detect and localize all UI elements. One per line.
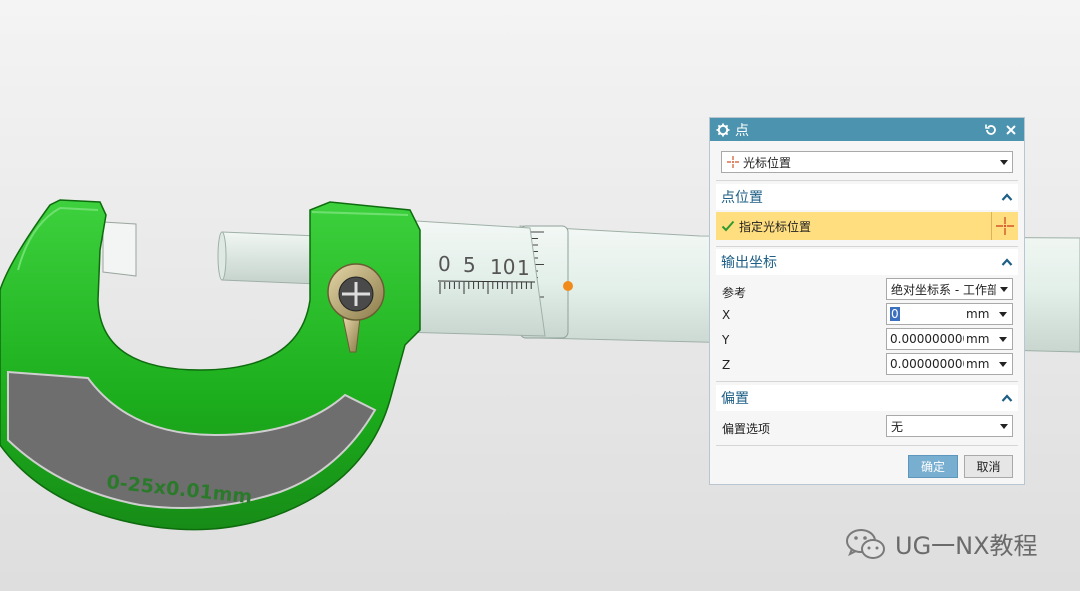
scale-number: 10 bbox=[490, 255, 515, 279]
scale-number: 0 bbox=[438, 252, 451, 276]
micrometer-frame: 0-25x0.01mm bbox=[0, 199, 421, 531]
z-label: Z bbox=[722, 358, 731, 372]
micrometer-anvil bbox=[102, 221, 137, 277]
dialog-title: 点 bbox=[735, 122, 749, 139]
chevron-up-icon bbox=[1001, 192, 1013, 202]
unit-label: mm bbox=[966, 307, 990, 321]
scale-number: 5 bbox=[463, 253, 476, 277]
unit-label: mm bbox=[966, 357, 990, 371]
reset-icon[interactable] bbox=[984, 123, 998, 137]
offset-option-select[interactable]: 无 bbox=[886, 415, 1013, 437]
micrometer-sleeve: 0 5 10 1 bbox=[399, 219, 546, 337]
watermark: UG一NX教程 bbox=[845, 526, 1038, 561]
wechat-icon bbox=[845, 527, 887, 561]
offset-option-value: 无 bbox=[891, 419, 904, 434]
chevron-up-icon bbox=[1001, 393, 1013, 403]
watermark-label: UG一NX教程 bbox=[895, 532, 1038, 560]
gear-icon bbox=[716, 123, 730, 137]
chevron-up-icon bbox=[1001, 257, 1013, 267]
chevron-down-icon[interactable] bbox=[999, 336, 1007, 342]
chevron-down-icon bbox=[1000, 423, 1008, 429]
section-title: 点位置 bbox=[721, 190, 763, 206]
chevron-down-icon bbox=[1000, 159, 1008, 165]
reference-select[interactable]: 绝对坐标系 - 工作部 bbox=[886, 278, 1013, 300]
x-coordinate-field[interactable]: 0 mm bbox=[886, 303, 1013, 325]
crosshair-icon bbox=[726, 155, 740, 169]
reference-label: 参考 bbox=[722, 286, 747, 300]
section-point-location[interactable]: 点位置 bbox=[716, 184, 1018, 210]
y-coordinate-input[interactable]: 0.0000000000 bbox=[887, 332, 964, 346]
unit-label: mm bbox=[966, 332, 990, 346]
cancel-button[interactable]: 取消 bbox=[964, 455, 1013, 478]
close-icon[interactable] bbox=[1004, 123, 1018, 137]
reference-value: 绝对坐标系 - 工作部 bbox=[891, 282, 996, 297]
chevron-down-icon[interactable] bbox=[999, 311, 1007, 317]
section-offset[interactable]: 偏置 bbox=[716, 385, 1018, 411]
point-type-value: 光标位置 bbox=[743, 155, 792, 170]
specify-cursor-location-row[interactable]: 指定光标位置 bbox=[716, 212, 1018, 240]
scale-number: 1 bbox=[517, 256, 530, 280]
chevron-down-icon[interactable] bbox=[999, 361, 1007, 367]
point-type-select[interactable]: 光标位置 bbox=[721, 151, 1013, 173]
checkmark-icon bbox=[721, 220, 735, 232]
specify-cursor-location-label: 指定光标位置 bbox=[739, 219, 812, 234]
dialog-titlebar[interactable]: 点 bbox=[710, 118, 1024, 141]
cursor-point-marker bbox=[563, 281, 573, 291]
y-coordinate-field[interactable]: 0.0000000000 mm bbox=[886, 328, 1013, 350]
chevron-down-icon bbox=[1000, 286, 1008, 292]
z-coordinate-input[interactable]: 0.0000000000 bbox=[887, 357, 964, 371]
z-coordinate-field[interactable]: 0.0000000000 mm bbox=[886, 353, 1013, 375]
crosshair-icon[interactable] bbox=[991, 212, 1018, 240]
section-title: 偏置 bbox=[721, 391, 749, 407]
offset-option-label: 偏置选项 bbox=[722, 422, 771, 436]
x-label: X bbox=[722, 308, 731, 322]
section-output-coordinates[interactable]: 输出坐标 bbox=[716, 249, 1018, 275]
micrometer-spindle bbox=[221, 231, 319, 285]
point-dialog: 点 光标位置 点位置 指定光标位置 输出坐标 参考 绝对坐标系 - 工作部 X … bbox=[709, 117, 1025, 485]
section-title: 输出坐标 bbox=[721, 255, 777, 271]
ok-button[interactable]: 确定 bbox=[908, 455, 958, 478]
y-label: Y bbox=[722, 333, 730, 347]
x-coordinate-input[interactable]: 0 bbox=[890, 307, 900, 321]
